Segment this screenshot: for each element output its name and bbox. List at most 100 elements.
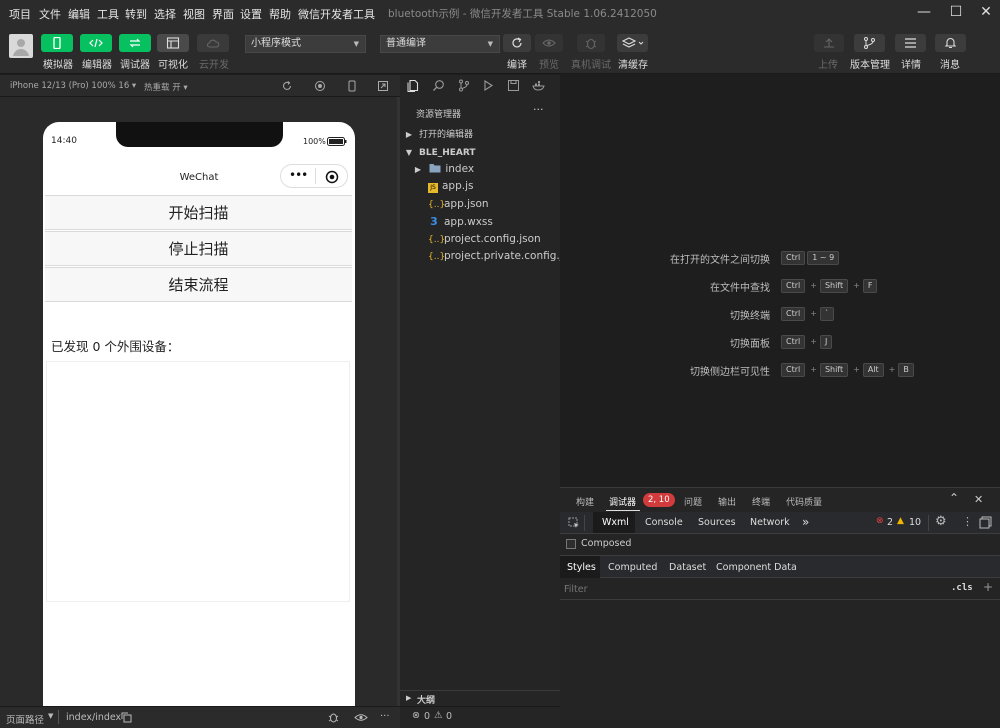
save-icon[interactable] (507, 79, 520, 92)
menu-wechat-devtools[interactable]: 微信开发者工具 (298, 6, 375, 22)
outline-section[interactable]: ▶ 大纲 (400, 690, 560, 706)
chevron-right-icon: ▶ (414, 165, 422, 174)
docker-icon[interactable] (532, 79, 546, 92)
menu-settings[interactable]: 设置 (240, 6, 262, 22)
status-battery: 100% (303, 137, 326, 146)
hot-reload-select[interactable]: 热重载 开 ▾ (144, 81, 188, 93)
warning-icon: ▲ (897, 516, 904, 526)
chevron-down-icon[interactable]: ▼ (48, 712, 53, 720)
menu-file[interactable]: 文件 (39, 6, 61, 22)
capsule-button[interactable]: ••• (280, 164, 348, 188)
compile-button[interactable] (503, 34, 531, 52)
tab-build[interactable]: 构建 (576, 495, 594, 508)
warning-count[interactable]: 0 (446, 711, 452, 722)
tree-item-project-config[interactable]: {..}project.config.json (400, 231, 560, 248)
debugger-badge: 2, 10 (643, 493, 675, 507)
error-icon: ⊗ (412, 710, 420, 721)
tab-code-quality[interactable]: 代码质量 (786, 495, 822, 508)
chevron-up-icon[interactable]: ⌃ (949, 491, 959, 505)
visual-toggle-button[interactable] (157, 34, 189, 52)
start-scan-button[interactable]: 开始扫描 (45, 195, 352, 230)
details-button[interactable] (895, 34, 926, 52)
file-name: app.js (442, 180, 474, 192)
copy-icon[interactable] (121, 712, 132, 723)
kebab-menu-icon[interactable]: ⋮ (962, 515, 973, 528)
version-control-button[interactable] (854, 34, 885, 52)
menu-edit[interactable]: 编辑 (68, 6, 90, 22)
more-icon[interactable]: ••• (289, 168, 308, 182)
preview-button[interactable] (535, 34, 563, 52)
files-icon[interactable] (407, 79, 420, 92)
tab-output[interactable]: 输出 (718, 495, 736, 508)
phone-icon[interactable] (346, 80, 358, 92)
simulator-toggle-button[interactable] (41, 34, 73, 52)
dock-side-icon[interactable] (979, 516, 992, 529)
menu-goto[interactable]: 转到 (125, 6, 147, 22)
messages-button[interactable] (935, 34, 966, 52)
eye-icon[interactable] (354, 712, 368, 723)
add-style-rule-icon[interactable]: + (983, 580, 993, 594)
cls-toggle-button[interactable]: .cls (951, 583, 973, 593)
tree-item-app-json[interactable]: {..}app.json (400, 196, 560, 213)
debug-run-icon[interactable] (482, 79, 495, 92)
device-select[interactable]: iPhone 12/13 (Pro) 100% 16 ▾ (10, 81, 136, 91)
source-control-icon[interactable] (457, 79, 470, 92)
clear-cache-button[interactable] (617, 34, 648, 52)
more-tabs-icon[interactable]: » (802, 515, 809, 529)
upload-button[interactable] (814, 34, 844, 52)
gear-icon[interactable]: ⚙ (935, 514, 947, 529)
styles-filter-input[interactable] (564, 581, 942, 597)
rotate-icon[interactable] (281, 80, 293, 92)
menu-help[interactable]: 帮助 (269, 6, 291, 22)
menu-select[interactable]: 选择 (154, 6, 176, 22)
tab-problems[interactable]: 问题 (684, 495, 702, 508)
project-section[interactable]: ▼ BLE_HEART (400, 144, 560, 161)
bug-icon[interactable] (327, 711, 340, 724)
more-icon[interactable]: ··· (380, 711, 390, 722)
close-icon[interactable]: ✕ (975, 2, 997, 22)
avatar[interactable] (9, 34, 33, 58)
editor-toggle-button[interactable] (80, 34, 112, 52)
stop-scan-button[interactable]: 停止扫描 (45, 231, 352, 266)
tree-item-index[interactable]: ▶ index (400, 161, 560, 178)
mode-select[interactable]: 小程序模式 ▼ (245, 35, 366, 53)
tab-console[interactable]: Console (645, 517, 683, 528)
end-flow-button[interactable]: 结束流程 (45, 267, 352, 302)
menu-project[interactable]: 项目 (9, 6, 31, 22)
real-device-debug-button[interactable] (577, 34, 605, 52)
debugger-toggle-button[interactable] (119, 34, 151, 52)
tab-component-data[interactable]: Component Data (716, 562, 797, 573)
tab-network[interactable]: Network (750, 517, 790, 528)
maximize-icon[interactable]: ☐ (945, 2, 967, 22)
open-editors-section[interactable]: ▶ 打开的编辑器 (400, 126, 560, 143)
tree-item-app-js[interactable]: JS app.js (400, 178, 560, 195)
page-path-label[interactable]: 页面路径 (6, 712, 44, 726)
tab-sources[interactable]: Sources (698, 517, 736, 528)
composed-checkbox[interactable] (566, 539, 576, 549)
tab-dataset[interactable]: Dataset (669, 562, 706, 573)
search-icon[interactable] (432, 79, 445, 92)
console-error-count[interactable]: 2 (887, 517, 893, 528)
tab-computed[interactable]: Computed (608, 562, 657, 573)
inspect-element-icon[interactable] (568, 517, 580, 529)
warning-icon: ⚠ (434, 710, 443, 721)
more-icon[interactable]: ··· (533, 103, 544, 116)
compile-mode-select[interactable]: 普通编译 ▼ (380, 35, 500, 53)
menu-tools[interactable]: 工具 (97, 6, 119, 22)
tab-wxml[interactable]: Wxml (602, 517, 629, 528)
detach-window-icon[interactable] (377, 80, 389, 92)
minimize-icon[interactable]: — (913, 2, 935, 22)
error-count[interactable]: 0 (424, 711, 430, 722)
tab-styles[interactable]: Styles (567, 562, 596, 573)
menu-view[interactable]: 视图 (183, 6, 205, 22)
tree-item-project-private-config[interactable]: {..}project.private.config.js... (400, 248, 578, 265)
close-panel-icon[interactable]: ✕ (974, 493, 983, 506)
cloud-dev-button[interactable] (197, 34, 229, 52)
tree-item-app-wxss[interactable]: 3 app.wxss (400, 213, 560, 230)
menu-interface[interactable]: 界面 (212, 6, 234, 22)
close-mini-program-icon[interactable] (325, 170, 339, 184)
console-warning-count[interactable]: 10 (909, 517, 921, 528)
tab-terminal[interactable]: 终端 (752, 495, 770, 508)
record-icon[interactable] (314, 80, 326, 92)
tab-debugger[interactable]: 调试器 (609, 495, 636, 508)
